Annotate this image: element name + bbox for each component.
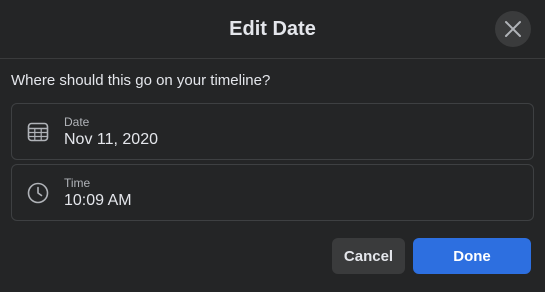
- close-icon: [505, 21, 521, 37]
- calendar-icon: [27, 122, 49, 142]
- time-label: Time: [64, 176, 91, 190]
- date-value: Nov 11, 2020: [64, 131, 158, 148]
- time-field[interactable]: Time 10:09 AM: [11, 164, 534, 221]
- close-button[interactable]: [495, 11, 531, 47]
- timeline-prompt: Where should this go on your timeline?: [11, 72, 271, 89]
- done-button[interactable]: Done: [413, 238, 531, 274]
- clock-icon: [27, 182, 49, 204]
- time-value: 10:09 AM: [64, 192, 132, 209]
- dialog-title: Edit Date: [229, 17, 316, 40]
- date-field[interactable]: Date Nov 11, 2020: [11, 103, 534, 160]
- cancel-button[interactable]: Cancel: [332, 238, 405, 274]
- date-label: Date: [64, 115, 90, 129]
- edit-date-dialog: Edit Date Where should this go on your t…: [0, 0, 545, 292]
- dialog-header: Edit Date: [0, 0, 545, 59]
